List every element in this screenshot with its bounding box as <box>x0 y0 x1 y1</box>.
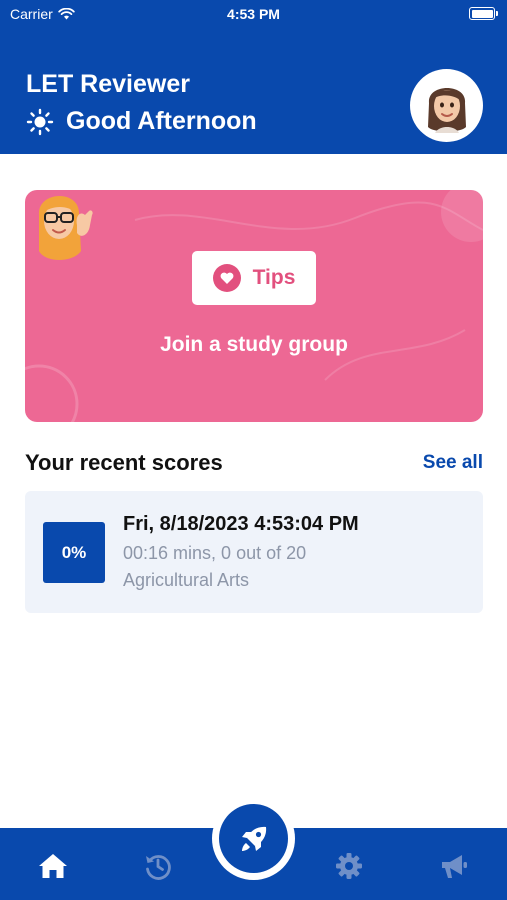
sun-icon <box>26 108 54 135</box>
tab-settings[interactable] <box>327 849 371 883</box>
profile-avatar[interactable] <box>410 69 483 142</box>
memoji-avatar-icon <box>427 87 466 133</box>
score-badge: 0% <box>43 522 105 583</box>
tips-label: Tips <box>252 266 296 289</box>
score-list-item[interactable]: 0% Fri, 8/18/2023 4:53:04 PM 00:16 mins,… <box>25 491 483 613</box>
tab-home[interactable] <box>31 849 75 883</box>
recent-scores-title: Your recent scores <box>25 450 223 475</box>
gear-icon <box>336 853 362 879</box>
heart-icon <box>212 264 241 292</box>
battery-icon <box>469 7 498 20</box>
tab-announcements[interactable] <box>432 849 476 883</box>
score-date: Fri, 8/18/2023 4:53:04 PM <box>123 513 359 535</box>
score-stats: 00:16 mins, 0 out of 20 <box>123 543 307 563</box>
tips-message: Join a study group <box>160 333 348 356</box>
app-header: Carrier 4:53 PM LET Reviewer Good Aftern… <box>0 0 507 154</box>
rocket-icon <box>241 826 266 851</box>
start-quiz-button[interactable] <box>219 804 288 873</box>
greeting-text: Good Afternoon <box>66 107 257 135</box>
status-bar: Carrier 4:53 PM <box>0 0 507 30</box>
greeting: Good Afternoon <box>26 107 257 136</box>
tips-button[interactable]: Tips <box>192 251 316 305</box>
waving-memoji-icon <box>38 195 93 260</box>
tab-history[interactable] <box>136 849 180 883</box>
megaphone-icon <box>442 855 467 878</box>
history-icon <box>146 855 171 880</box>
app-title: LET Reviewer <box>26 70 190 98</box>
home-icon <box>39 854 67 878</box>
see-all-link[interactable]: See all <box>423 452 483 474</box>
score-subject: Agricultural Arts <box>123 570 250 590</box>
status-time: 4:53 PM <box>227 6 280 22</box>
